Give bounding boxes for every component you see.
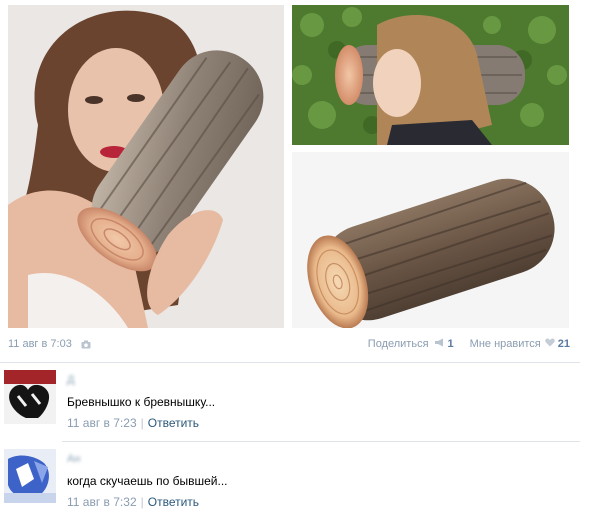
comment-time[interactable]: 11 авг в 7:23 [67, 416, 137, 430]
comment-author[interactable]: Ан [67, 453, 80, 465]
share-count: 1 [447, 338, 454, 350]
post-photo-girl-sleeping[interactable] [292, 5, 569, 145]
post-actions: Поделиться 1 Мне нравится 21 [368, 338, 570, 350]
megaphone-icon[interactable] [434, 338, 445, 350]
photo-woman-illustration [8, 5, 284, 328]
avatar[interactable] [4, 449, 56, 503]
divider [62, 441, 580, 442]
photo-log-pillow-illustration [292, 152, 569, 328]
heart-icon[interactable] [545, 338, 555, 350]
comment-author[interactable]: Д [67, 374, 74, 386]
reply-link[interactable]: Ответить [148, 416, 199, 430]
comment-meta: 11 авг в 7:32 | Ответить [67, 495, 199, 509]
camera-icon [81, 340, 91, 352]
share-button[interactable]: Поделиться [368, 338, 429, 350]
comment-item: Д Бревнышко к бревнышку... 11 авг в 7:23… [0, 368, 600, 440]
separator: | [140, 495, 144, 509]
photo-girl-illustration [292, 5, 569, 145]
separator: | [140, 416, 144, 430]
post-meta-row: 11 авг в 7:03 Поделиться 1 Мне нравится … [0, 338, 600, 354]
post-photo-log-pillow[interactable] [292, 152, 569, 328]
divider [0, 362, 580, 363]
comment-text: Бревнышко к бревнышку... [67, 395, 216, 409]
comment-item: Ан когда скучаешь по бывшей... 11 авг в … [0, 447, 600, 519]
like-button[interactable]: Мне нравится [470, 338, 541, 350]
post-photo-woman-with-log-pillow[interactable] [8, 5, 284, 328]
comment-text: когда скучаешь по бывшей... [67, 474, 228, 488]
reply-link[interactable]: Ответить [148, 495, 199, 509]
like-count: 21 [557, 338, 570, 350]
comment-meta: 11 авг в 7:23 | Ответить [67, 416, 199, 430]
avatar[interactable] [4, 370, 56, 424]
comment-time[interactable]: 11 авг в 7:32 [67, 495, 137, 509]
post-date[interactable]: 11 авг в 7:03 [8, 338, 72, 350]
